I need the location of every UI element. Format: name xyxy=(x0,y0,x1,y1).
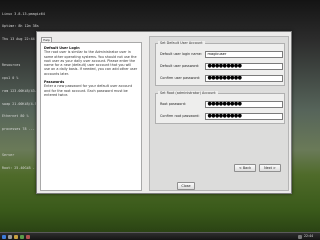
close-button[interactable]: Close xyxy=(177,182,195,190)
user-password-row: Default user password: ●●●●●●●●● xyxy=(160,63,284,70)
default-user-group: Set Default User Account Default user lo… xyxy=(155,41,285,86)
user-setup-dialog: Help Default User Login The root user is… xyxy=(36,31,292,194)
account-settings-panel: Set Default User Account Default user lo… xyxy=(149,36,289,191)
taskbar: 22:44 xyxy=(0,232,320,240)
user-password-input[interactable]: ●●●●●●●●● xyxy=(205,63,283,70)
login-label: Default user login name: xyxy=(160,52,203,56)
group-legend: Set Root (administrator) Account xyxy=(158,91,218,95)
network-icon[interactable] xyxy=(298,234,302,239)
login-name-input[interactable]: magicuser xyxy=(205,51,283,58)
sysinfo-line: Linux 3.8.13-pmagic64 xyxy=(2,11,45,16)
root-confirm-label: Confirm root password: xyxy=(160,114,200,118)
help-text: Enter a new password for your default us… xyxy=(44,84,133,97)
terminal-icon[interactable] xyxy=(8,234,12,239)
root-confirm-password-input[interactable]: ●●●●●●●●● xyxy=(205,113,283,120)
root-confirm-row: Confirm root password: ●●●●●●●●● xyxy=(160,113,284,120)
menu-icon[interactable] xyxy=(2,234,6,239)
back-button[interactable]: < Back xyxy=(234,164,256,172)
sysinfo-line: Uptime: 8h 12m 38s xyxy=(2,24,39,29)
root-password-label: Root password: xyxy=(160,102,186,106)
next-button[interactable]: Next > xyxy=(259,164,281,172)
root-account-group: Set Root (administrator) Account Root pa… xyxy=(155,91,285,124)
root-password-row: Root password: ●●●●●●●●● xyxy=(160,101,284,108)
clock[interactable]: 22:44 xyxy=(304,234,313,239)
app-icon[interactable] xyxy=(20,234,24,239)
user-confirm-row: Confirm user password: ●●●●●●●●● xyxy=(160,75,284,82)
folder-icon[interactable] xyxy=(14,234,18,239)
user-confirm-password-input[interactable]: ●●●●●●●●● xyxy=(205,75,283,82)
app-icon[interactable] xyxy=(26,234,30,239)
user-password-label: Default user password: xyxy=(160,64,200,68)
group-legend: Set Default User Account xyxy=(158,41,205,45)
help-panel: Default User Login The root user is simi… xyxy=(40,42,142,191)
root-password-input[interactable]: ●●●●●●●●● xyxy=(205,101,283,108)
help-text: The root user is similar to the Administ… xyxy=(44,50,138,76)
login-row: Default user login name: magicuser xyxy=(160,51,284,58)
user-confirm-label: Confirm user password: xyxy=(160,76,201,80)
